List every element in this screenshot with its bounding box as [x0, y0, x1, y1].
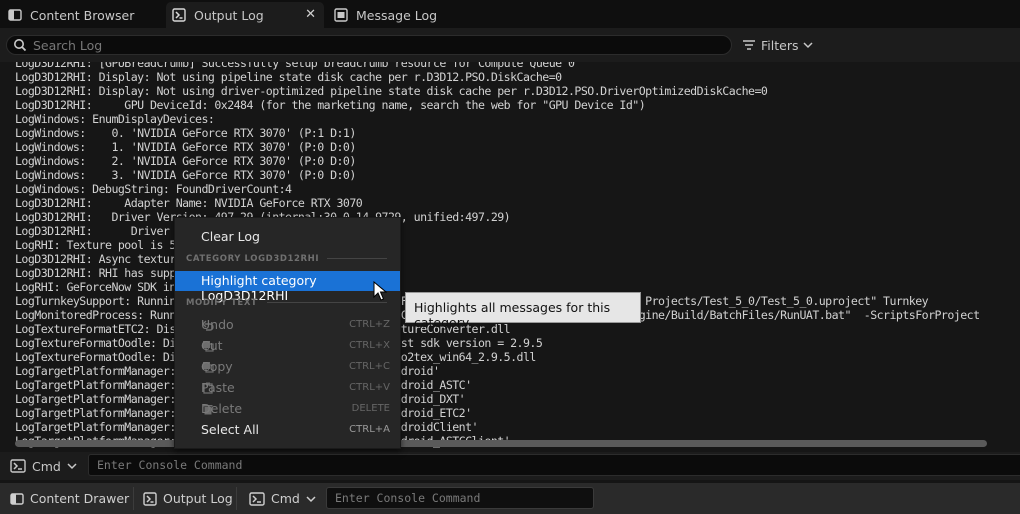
log-line: LogWindows: 1. 'NVIDIA GeForce RTX 3070'… [15, 140, 356, 154]
cmd-dropdown[interactable]: Cmd [10, 457, 77, 475]
log-line: LogD3D12RHI: Display: Not using pipeline… [15, 70, 562, 84]
menu-header-modify-text: MODIFY TEXT [186, 298, 258, 308]
menu-item-delete[interactable]: Delete DELETE [175, 399, 400, 419]
log-line: LogD3D12RHI: GPU DeviceId: 0x2484 (for t… [15, 98, 646, 112]
menu-item-copy[interactable]: Copy CTRL+C [175, 357, 400, 377]
terminal-icon [10, 459, 26, 473]
log-line: LogWindows: DebugString: FoundDriverCoun… [15, 182, 292, 196]
log-line: LogWindows: 2. 'NVIDIA GeForce RTX 3070'… [15, 154, 356, 168]
menu-item-label: Select All [201, 422, 260, 437]
menu-item-label: Clear Log [201, 229, 260, 244]
log-line: LogD3D12RHI: Async texture creation enab… [15, 252, 292, 266]
log-line: LogRHI: Texture pool is 5734 MB (70% of … [15, 238, 324, 252]
tab-message-log[interactable]: Message Log [328, 2, 468, 28]
log-line: LogTargetPlatformManager: Display: Loade… [15, 378, 472, 392]
menu-item-label: Paste [201, 380, 235, 395]
output-log-button[interactable]: Output Log [143, 483, 233, 514]
log-line: LogWindows: EnumDisplayDevices: [15, 112, 215, 126]
menu-item-shortcut: CTRL+X [349, 340, 390, 351]
context-menu: Clear Log CATEGORY LOGD3D12RHI Highlight… [174, 217, 401, 449]
menu-item-label: Delete [201, 401, 243, 416]
tab-label: Content Browser [30, 7, 135, 23]
console-input-box[interactable] [88, 454, 1020, 476]
message-log-icon [334, 8, 348, 22]
cmd-dropdown-bottom[interactable]: Cmd [249, 483, 316, 514]
log-line: LogD3D12RHI: RHI has support for 64 bit … [15, 266, 318, 280]
console-row: Cmd [0, 452, 1020, 480]
search-row: Filters [0, 28, 1020, 62]
menu-header-category: CATEGORY LOGD3D12RHI [186, 254, 320, 264]
log-line: LogTargetPlatformManager: Display: Loade… [15, 420, 479, 434]
log-line: LogTextureFormatOodle: Display: Oodle Te… [15, 350, 536, 364]
menu-item-shortcut: CTRL+V [349, 382, 390, 393]
log-line: LogTextureFormatOodle: Display: Oodle Te… [15, 336, 543, 350]
log-line: LogTargetPlatformManager: Display: Loade… [15, 392, 466, 406]
menu-item-select-all[interactable]: Select All CTRL+A [175, 420, 400, 440]
log-line: LogD3D12RHI: Display: Not using driver-o… [15, 84, 768, 98]
log-line: LogD3D12RHI: Driver Date: 12-9-2021 [15, 224, 273, 238]
log-line: LogWindows: 0. 'NVIDIA GeForce RTX 3070'… [15, 126, 356, 140]
menu-item-undo[interactable]: Undo CTRL+Z [175, 315, 400, 335]
filter-icon [743, 40, 755, 50]
menu-item-highlight-category[interactable]: Highlight category LogD3D12RHI [175, 271, 400, 303]
filters-button[interactable]: Filters [742, 36, 814, 54]
tab-bar: Content Browser Output Log ✕ Message Log [0, 0, 1020, 28]
menu-item-cut[interactable]: Cut CTRL+X [175, 336, 400, 356]
content-browser-icon [8, 9, 22, 21]
terminal-icon [249, 491, 265, 506]
cmd-label: Cmd [271, 491, 300, 506]
menu-divider [327, 258, 387, 259]
menu-item-clear-log[interactable]: Clear Log [175, 227, 400, 247]
tab-label: Message Log [356, 7, 438, 23]
log-lines: LogD3D12RHI: [GPUBreadCrumb] Successfull… [15, 62, 980, 448]
cmd-label: Cmd [32, 458, 61, 474]
menu-item-label: Undo [201, 317, 234, 332]
menu-item-shortcut: CTRL+C [349, 361, 390, 372]
log-line: LogTargetPlatformManager: Display: Loade… [15, 406, 472, 420]
menu-item-shortcut: CTRL+A [349, 424, 390, 435]
tab-output-log[interactable]: Output Log ✕ [166, 2, 324, 28]
chevron-down-icon [306, 495, 316, 502]
horizontal-scrollbar[interactable] [15, 440, 987, 447]
menu-item-paste[interactable]: Paste CTRL+V [175, 378, 400, 398]
divider [133, 487, 134, 510]
bottom-console-input[interactable] [335, 491, 575, 505]
menu-item-shortcut: DELETE [351, 403, 390, 414]
menu-item-label: Copy [201, 359, 233, 374]
log-line: LogD3D12RHI: [GPUBreadCrumb] Successfull… [15, 62, 575, 70]
tooltip-text: Highlights all messages for this categor… [414, 300, 611, 330]
mouse-cursor-icon [373, 281, 387, 301]
tooltip: Highlights all messages for this categor… [405, 292, 641, 330]
log-line: LogD3D12RHI: Adapter Name: NVIDIA GeForc… [15, 196, 363, 210]
log-line: LogWindows: 3. 'NVIDIA GeForce RTX 3070'… [15, 168, 356, 182]
menu-item-label: Cut [201, 338, 223, 353]
bottom-console-input-box[interactable] [326, 487, 594, 509]
content-drawer-icon [10, 492, 24, 505]
chevron-down-icon [803, 42, 814, 49]
log-line: LogD3D12RHI: Driver Version: 497.29 (int… [15, 210, 511, 224]
tab-content-browser[interactable]: Content Browser [2, 2, 164, 28]
menu-divider [267, 302, 387, 303]
log-line: LogTargetPlatformManager: Display: Loade… [15, 364, 440, 378]
bottom-bar: Content Drawer Output Log Cmd [0, 483, 1020, 514]
chevron-down-icon [67, 463, 77, 470]
output-log-label: Output Log [163, 491, 233, 506]
output-log-icon [143, 491, 157, 506]
filters-label: Filters [761, 37, 799, 53]
close-icon[interactable]: ✕ [305, 7, 316, 22]
divider [236, 487, 237, 510]
search-input[interactable] [33, 37, 713, 53]
menu-item-shortcut: CTRL+Z [349, 319, 390, 330]
output-log-icon [172, 8, 186, 22]
console-input[interactable] [97, 458, 935, 472]
tab-label: Output Log [194, 7, 264, 23]
content-drawer-button[interactable]: Content Drawer [10, 483, 129, 514]
search-icon [14, 39, 27, 52]
search-box[interactable] [6, 35, 732, 55]
log-area[interactable]: LogD3D12RHI: [GPUBreadCrumb] Successfull… [0, 62, 1020, 452]
content-drawer-label: Content Drawer [30, 491, 130, 506]
